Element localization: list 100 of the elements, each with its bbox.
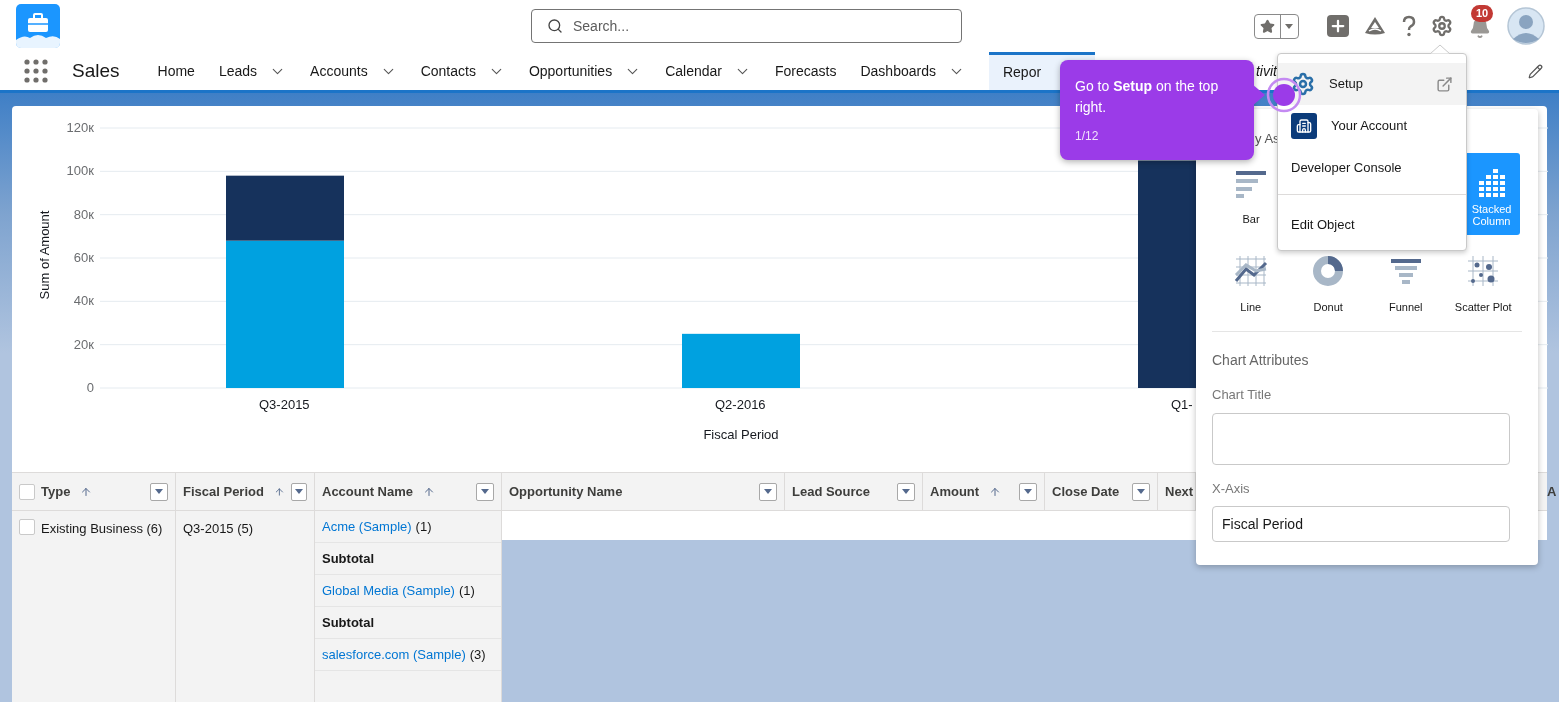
- account-link[interactable]: Global Media (Sample): [322, 580, 455, 601]
- y-tick-label: 120к: [66, 120, 94, 135]
- column-header[interactable]: A: [1540, 473, 1559, 510]
- help-icon[interactable]: [1401, 14, 1417, 38]
- caret-icon: [763, 487, 773, 496]
- avatar[interactable]: [1507, 7, 1545, 45]
- column-label: Account Name: [322, 482, 414, 501]
- filter-menu-button[interactable]: [897, 482, 915, 501]
- row-count: (3): [469, 645, 486, 664]
- column-label: Type: [41, 482, 71, 501]
- section-title: Chart Attributes: [1212, 351, 1310, 370]
- caret-icon: [154, 487, 164, 496]
- subtotal-label: Subtotal: [322, 613, 374, 632]
- input-field[interactable]: [1212, 412, 1510, 465]
- nav-tab[interactable]: Home: [157, 52, 195, 90]
- column-header[interactable]: Account Name: [315, 473, 502, 510]
- y-axis-title: Sum of Amount: [37, 210, 52, 300]
- bar-chart-icon: [1234, 168, 1268, 199]
- x-tick-label: Q1-: [1171, 397, 1193, 412]
- filter-menu-button[interactable]: [290, 482, 307, 501]
- input-field[interactable]: Fiscal Period: [1212, 506, 1510, 542]
- column-label: Amount: [930, 482, 980, 501]
- column-header[interactable]: Type: [12, 473, 176, 510]
- step-counter: 1/12: [1075, 128, 1100, 145]
- checkbox[interactable]: [19, 483, 35, 500]
- field-label: X-Axis: [1212, 479, 1251, 498]
- nav-tab[interactable]: Forecasts: [775, 52, 837, 90]
- nav-tab[interactable]: Contacts: [420, 52, 505, 90]
- y-tick-label: 0: [86, 380, 94, 395]
- filter-menu-button[interactable]: [150, 482, 168, 501]
- filter-menu-button[interactable]: [1019, 482, 1037, 501]
- nav-tab[interactable]: Dashboards: [860, 52, 965, 90]
- app-logo[interactable]: [16, 4, 60, 48]
- nav-tab[interactable]: Calendar: [665, 52, 751, 90]
- column-label: Lead Source: [792, 482, 871, 501]
- caret-icon: [1136, 487, 1146, 496]
- nav-tab[interactable]: Accounts: [310, 52, 397, 90]
- column-header[interactable]: Close Date: [1045, 473, 1158, 510]
- column-label: Opportunity Name: [509, 482, 623, 501]
- sort-arrow-icon: [80, 485, 93, 498]
- line-chart-icon: [1233, 254, 1268, 287]
- x-tick-label: Q2-2016: [715, 397, 766, 412]
- caret-icon: [293, 487, 304, 496]
- group-label: Existing Business (6): [41, 520, 163, 538]
- column-label: Close Date: [1052, 482, 1120, 501]
- app-launcher-icon[interactable]: [24, 59, 48, 83]
- sort-arrow-icon: [273, 485, 285, 498]
- group-label: Q3-2015 (5): [183, 521, 254, 536]
- menu-item[interactable]: Setup: [1278, 63, 1466, 105]
- menu-item[interactable]: Developer Console: [1278, 147, 1466, 189]
- settings-icon[interactable]: [1431, 15, 1453, 37]
- nav-tab[interactable]: tivit: [1255, 60, 1277, 82]
- y-tick-label: 100к: [66, 163, 94, 179]
- funnel-chart-icon: [1389, 256, 1422, 287]
- checkbox[interactable]: [19, 519, 35, 535]
- plus-icon: [1329, 17, 1347, 35]
- caret-icon: [480, 487, 490, 496]
- filter-menu-button[interactable]: [476, 482, 494, 501]
- donut-chart-icon: [1312, 254, 1345, 287]
- sort-arrow-icon: [423, 485, 436, 498]
- field-label: Chart Title: [1212, 386, 1273, 404]
- filter-menu-button[interactable]: [1132, 482, 1150, 501]
- favorites-button[interactable]: [1254, 13, 1299, 39]
- building-icon: [1291, 113, 1317, 139]
- caret-icon: [901, 487, 911, 496]
- column-header[interactable]: Fiscal Period: [176, 473, 315, 510]
- subtotal-label: Subtotal: [322, 549, 374, 568]
- search-field[interactable]: Search...: [531, 9, 962, 43]
- y-tick-label: 40к: [73, 293, 94, 309]
- add-button[interactable]: [1327, 15, 1349, 37]
- gear-icon: [1291, 72, 1315, 96]
- column-header[interactable]: Opportunity Name: [502, 473, 785, 510]
- nav-tab[interactable]: Leads: [218, 52, 287, 90]
- external-link-icon: [1436, 75, 1453, 93]
- sort-arrow-icon: [989, 485, 1002, 498]
- star-icon: [1260, 18, 1275, 34]
- column-label: Next: [1165, 482, 1194, 501]
- menu-item[interactable]: Your Account: [1278, 105, 1466, 147]
- y-tick-label: 60к: [73, 250, 94, 265]
- notification-badge: 10: [1471, 5, 1494, 22]
- edit-icon[interactable]: [1528, 63, 1543, 79]
- column-header[interactable]: Lead Source: [785, 473, 923, 510]
- scatter-plot-icon: [1467, 254, 1500, 287]
- filter-menu-button[interactable]: [759, 482, 777, 501]
- account-link[interactable]: Acme (Sample): [322, 516, 412, 537]
- y-tick-label: 20к: [73, 336, 94, 352]
- account-link[interactable]: salesforce.com (Sample): [322, 644, 466, 665]
- search-icon: [547, 18, 563, 34]
- x-tick-label: Q3-2015: [259, 397, 310, 412]
- column-header[interactable]: Amount: [923, 473, 1045, 510]
- column-label: A: [1547, 482, 1557, 501]
- column-label: Fiscal Period: [183, 482, 264, 501]
- row-count: (1): [458, 581, 475, 600]
- hotspot-beacon: [1266, 77, 1302, 113]
- y-tick-label: 80к: [73, 206, 94, 222]
- row-count: (1): [415, 517, 432, 536]
- x-axis-title: Fiscal Period: [703, 427, 779, 442]
- app-name: Sales: [72, 58, 120, 83]
- caret-icon: [1023, 487, 1033, 496]
- nav-tab[interactable]: Opportunities: [528, 52, 642, 90]
